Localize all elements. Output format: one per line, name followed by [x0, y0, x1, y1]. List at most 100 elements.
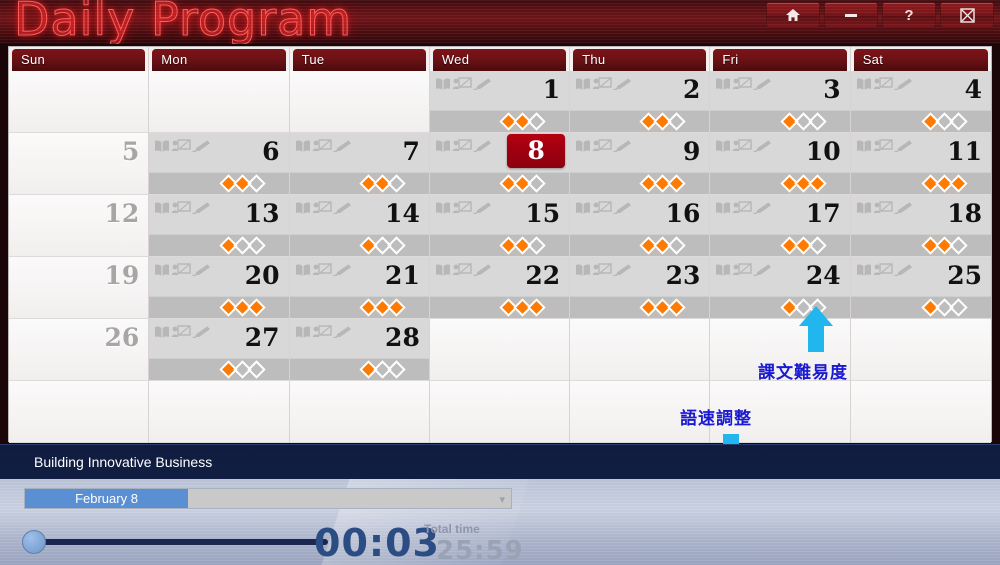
day-number: 4	[964, 75, 982, 104]
calendar-column-tue: Tue 7 14 21 28	[289, 47, 430, 443]
book-icon	[856, 78, 871, 90]
help-button[interactable]: ?	[882, 2, 936, 28]
calendar-day-27[interactable]: 27	[149, 319, 289, 381]
book-icon	[856, 264, 871, 276]
lesson-icons	[295, 139, 353, 153]
calendar-day-8[interactable]: 8	[429, 133, 570, 195]
lesson-icons	[856, 201, 914, 215]
day-cell-top: 15	[429, 195, 570, 235]
calendar-day-empty	[9, 71, 149, 133]
presentation-icon	[592, 201, 612, 213]
book-icon	[576, 78, 591, 90]
calendar-day-10[interactable]: 10	[710, 133, 850, 195]
day-cell-top: 26	[9, 319, 148, 359]
difficulty-indicator	[570, 296, 710, 318]
calendar-day-25[interactable]: 25	[850, 257, 991, 319]
day-cell-top: 27	[149, 319, 289, 359]
calendar-day-17[interactable]: 17	[710, 195, 850, 257]
calendar-day-15[interactable]: 15	[429, 195, 570, 257]
difficulty-diamond-empty	[387, 174, 406, 193]
difficulty-diamond-empty	[949, 236, 968, 255]
app-title: Daily Program	[13, 0, 353, 44]
day-number: 17	[805, 199, 841, 228]
calendar-day-4[interactable]: 4	[850, 71, 991, 133]
difficulty-diamond-filled	[387, 298, 406, 317]
presentation-icon	[312, 325, 332, 337]
day-cell-top: 11	[850, 133, 991, 173]
difficulty-diamond-empty	[527, 174, 546, 193]
calendar-column-fri: Fri 3 10 17 24	[710, 47, 851, 443]
pencil-icon	[613, 202, 632, 214]
calendar-day-20[interactable]: 20	[149, 257, 289, 319]
day-number: 15	[525, 199, 561, 228]
home-button[interactable]	[766, 2, 820, 28]
presentation-icon	[171, 263, 191, 275]
presentation-icon	[312, 263, 332, 275]
book-icon	[576, 140, 591, 152]
calendar-day-6[interactable]: 6	[149, 133, 289, 195]
calendar-day-9[interactable]: 9	[570, 133, 710, 195]
calendar-day-13[interactable]: 13	[149, 195, 289, 257]
calendar-day-2[interactable]: 2	[570, 71, 710, 133]
day-header-wed: Wed	[432, 49, 567, 71]
seek-handle[interactable]	[22, 530, 46, 554]
difficulty-indicator	[429, 172, 570, 194]
difficulty-diamond-filled	[667, 298, 687, 317]
book-icon	[435, 264, 450, 276]
calendar-day-28[interactable]: 28	[289, 319, 429, 381]
calendar-day-empty	[570, 319, 710, 381]
day-number: 21	[385, 261, 420, 290]
presentation-icon	[733, 139, 753, 151]
lesson-icons	[856, 77, 914, 91]
calendar-day-18[interactable]: 18	[850, 195, 991, 257]
seek-slider[interactable]	[38, 539, 328, 545]
book-icon	[716, 264, 731, 276]
difficulty-indicator	[429, 296, 570, 318]
lesson-select-value: February 8	[25, 489, 188, 508]
difficulty-indicator	[289, 172, 429, 194]
day-cell-top: 19	[9, 257, 148, 297]
book-icon	[155, 140, 170, 152]
presentation-icon	[873, 263, 893, 275]
presentation-icon	[592, 77, 612, 89]
day-cell-top: 24	[710, 257, 850, 297]
lesson-icons	[435, 139, 493, 153]
calendar-day-14[interactable]: 14	[289, 195, 429, 257]
close-button[interactable]	[940, 2, 994, 28]
calendar-day-11[interactable]: 11	[850, 133, 991, 195]
calendar-day-5: 5	[9, 133, 149, 195]
difficulty-diamond-filled	[246, 298, 266, 317]
pencil-icon	[894, 264, 912, 276]
day-header-sat: Sat	[853, 49, 988, 71]
calendar-day-21[interactable]: 21	[289, 257, 429, 319]
difficulty-diamond-filled	[527, 298, 546, 317]
calendar-day-22[interactable]: 22	[429, 257, 570, 319]
book-icon	[155, 326, 170, 338]
difficulty-indicator	[570, 234, 710, 256]
calendar-day-16[interactable]: 16	[570, 195, 710, 257]
book-icon	[155, 202, 170, 214]
day-number: 9	[683, 137, 701, 166]
pencil-icon	[333, 202, 351, 214]
calendar-cells: 4 11 18 25	[850, 71, 991, 443]
day-number: 11	[947, 137, 982, 166]
calendar-column-mon: Mon 6 13 20 27	[149, 47, 290, 443]
day-cell-top: 4	[850, 71, 991, 111]
lesson-icons	[295, 201, 353, 215]
lesson-select[interactable]: February 8 ▾	[24, 488, 512, 509]
calendar-day-1[interactable]: 1	[429, 71, 570, 133]
book-icon	[435, 140, 450, 152]
calendar-day-23[interactable]: 23	[570, 257, 710, 319]
calendar-day-empty	[850, 381, 991, 443]
lesson-icons	[856, 139, 914, 153]
day-number: 20	[244, 261, 280, 290]
calendar-day-7[interactable]: 7	[289, 133, 429, 195]
minimize-button[interactable]	[824, 2, 878, 28]
day-number: 13	[244, 199, 280, 228]
daily-program-window: Daily Program ? Sun 5 12 19 26 Mon 6 13 …	[0, 0, 1000, 565]
calendar-day-3[interactable]: 3	[710, 71, 850, 133]
lesson-icons	[575, 201, 633, 215]
presentation-icon	[171, 139, 191, 151]
difficulty-indicator	[850, 234, 991, 256]
day-cell-top: 9	[570, 133, 710, 173]
